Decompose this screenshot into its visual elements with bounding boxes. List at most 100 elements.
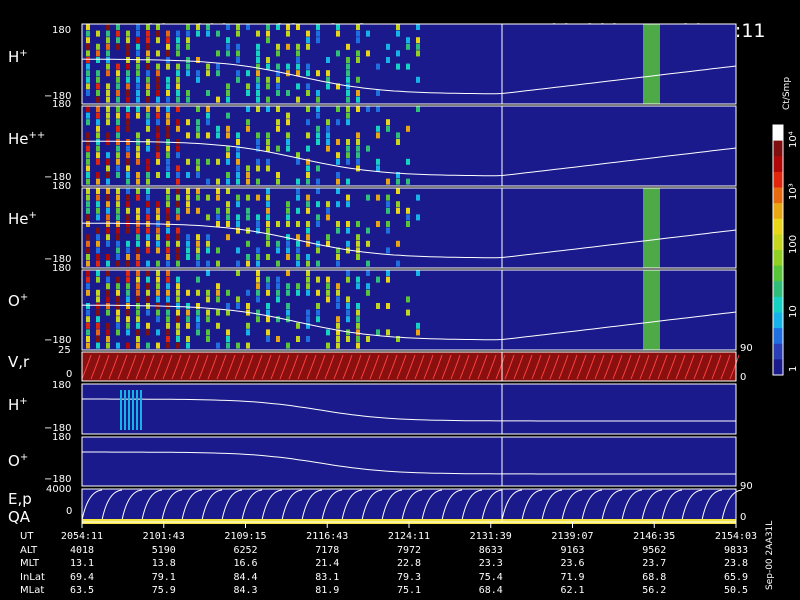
colorbar-swatch xyxy=(773,140,783,157)
spectrogram-cell xyxy=(86,234,90,241)
spectrogram-cell xyxy=(316,188,320,194)
colorbar-unit-label: Ct/Smp xyxy=(782,76,792,110)
spectrogram-cell xyxy=(106,221,110,227)
spectrogram-cell xyxy=(406,296,410,303)
spectrogram-cell xyxy=(106,158,110,165)
spectrogram-cell xyxy=(236,260,240,267)
spectrogram-cell xyxy=(356,316,360,323)
spectrogram-cell xyxy=(96,322,100,329)
spectrogram-cell xyxy=(266,165,270,172)
colorbar-tick-100: 100 xyxy=(788,234,799,254)
spectrogram-cell xyxy=(186,201,190,208)
spectrogram-cell xyxy=(306,106,310,112)
spectrogram-cell xyxy=(206,90,210,96)
spectrogram-cell xyxy=(116,139,120,145)
spectrogram-cell xyxy=(126,139,130,145)
spectrogram-cell xyxy=(196,125,200,132)
spectrogram-cell xyxy=(116,152,120,159)
spectrogram-cell xyxy=(156,37,160,44)
spectrogram-cell xyxy=(196,309,200,316)
spectrogram-cell xyxy=(116,207,120,214)
y-tick-h2-max: 180 xyxy=(52,380,72,391)
spectrogram-cell xyxy=(96,289,100,296)
spectrogram-cell xyxy=(226,37,230,44)
spectrogram-cell xyxy=(146,76,150,83)
spectrogram-cell xyxy=(216,247,220,254)
spectrogram-cell xyxy=(96,83,100,90)
spectrogram-cell xyxy=(136,70,140,77)
spectrogram-cell xyxy=(136,260,140,267)
spectrogram-cell xyxy=(336,119,340,126)
spectrogram-cell xyxy=(86,329,90,336)
spectrogram-cell xyxy=(106,70,110,77)
spectrogram-cell xyxy=(176,76,180,83)
spectrogram-cell xyxy=(246,90,250,96)
spectrogram-cell xyxy=(256,139,260,145)
spectrogram-cell xyxy=(376,276,380,283)
spectrogram-cell xyxy=(416,37,420,44)
spectrogram-cell xyxy=(136,240,140,247)
spectrogram-cell xyxy=(166,188,170,194)
y-tick-ep-min: 0 xyxy=(66,506,73,517)
spectrogram-cell xyxy=(126,322,130,329)
table-cell: 6252 xyxy=(233,544,258,556)
spectrogram-cell xyxy=(376,125,380,132)
table-cell: 56.2 xyxy=(642,585,667,596)
spectrogram-cell xyxy=(146,234,150,241)
spectrogram-cell xyxy=(396,132,400,139)
spectrogram-band xyxy=(643,188,660,268)
spectrogram-cell xyxy=(276,247,280,254)
spectrogram-cell xyxy=(336,303,340,309)
spectrogram-cell xyxy=(166,214,170,221)
spectrogram-cell xyxy=(86,178,90,185)
spectrogram-cell xyxy=(366,227,370,234)
spectrogram-cell xyxy=(86,139,90,145)
spectrogram-cell xyxy=(116,125,120,132)
spectrogram-cell xyxy=(116,322,120,329)
spectrogram-cell xyxy=(406,158,410,165)
spectrogram-cell xyxy=(356,240,360,247)
spectrogram-cell xyxy=(86,70,90,77)
spectrogram-cell xyxy=(96,227,100,234)
spectrogram-cell xyxy=(216,194,220,201)
spectrogram-cell xyxy=(266,37,270,44)
spectrogram-cell xyxy=(286,247,290,254)
spectrogram-cell xyxy=(176,240,180,247)
spectrogram-cell xyxy=(266,139,270,145)
spectrogram-cell xyxy=(316,260,320,267)
spectrogram-cell xyxy=(96,125,100,132)
spectrogram-cell xyxy=(186,132,190,139)
spectrogram-cell xyxy=(136,234,140,241)
spectrogram-cell xyxy=(146,24,150,30)
spectrogram-cell xyxy=(96,112,100,119)
row-label-mlat: MLat xyxy=(20,585,45,596)
spectrogram-cell xyxy=(346,106,350,112)
spectrogram-cell xyxy=(176,254,180,260)
spectrogram-cell xyxy=(316,112,320,119)
spectrogram-cell xyxy=(156,260,160,267)
spectrogram-cell xyxy=(306,254,310,260)
spectrogram-cell xyxy=(416,270,420,276)
spectrogram-plot xyxy=(81,23,784,528)
spectrogram-cell xyxy=(96,247,100,254)
spectrogram-cell xyxy=(216,221,220,227)
spectrogram-cell xyxy=(396,178,400,185)
spectrogram-cell xyxy=(126,63,130,70)
spectrogram-cell xyxy=(146,145,150,152)
table-cell: 62.1 xyxy=(560,585,585,596)
spectrogram-cell xyxy=(276,283,280,290)
spectrogram-cell xyxy=(286,207,290,214)
table-cell: 84.4 xyxy=(233,571,258,583)
spectrogram-cell xyxy=(176,139,180,145)
spectrogram-cell xyxy=(236,139,240,145)
spectrogram-cell xyxy=(286,289,290,296)
spectrogram-cell xyxy=(296,178,300,185)
spectrogram-cell xyxy=(96,296,100,303)
spectrogram-cell xyxy=(326,214,330,221)
spectrogram-cell xyxy=(326,132,330,139)
spectrogram-cell xyxy=(266,30,270,37)
spectrogram-cell xyxy=(216,214,220,221)
spectrogram-cell xyxy=(276,336,280,342)
spectrogram-cell xyxy=(96,152,100,159)
spectrogram-cell xyxy=(196,194,200,201)
